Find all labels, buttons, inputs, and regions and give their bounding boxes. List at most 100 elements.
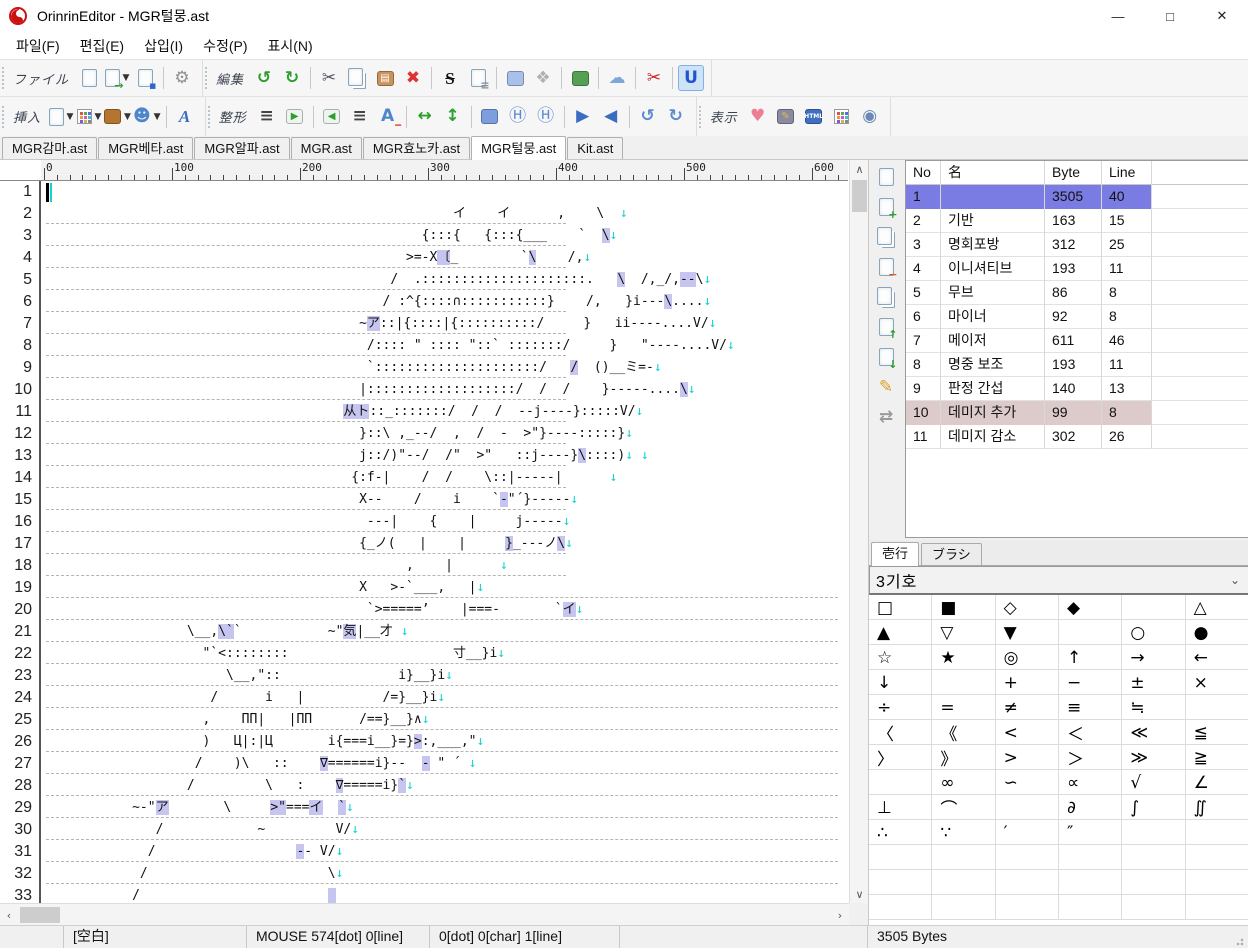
insert-blank-icon[interactable]: ▼: [48, 104, 74, 130]
symbol-cell[interactable]: △: [1186, 595, 1248, 620]
doc-tab-2[interactable]: MGR알파.ast: [194, 137, 290, 159]
symbol-cell[interactable]: [1059, 895, 1123, 920]
doc-tab-3[interactable]: MGR.ast: [290, 137, 362, 159]
symbol-cell[interactable]: [869, 770, 933, 795]
symbol-cell[interactable]: ○: [1122, 620, 1186, 645]
toolbar-grip[interactable]: [205, 67, 209, 89]
symbol-cell[interactable]: ∠: [1186, 770, 1248, 795]
symbol-cell[interactable]: [869, 845, 933, 870]
doc-tab-1[interactable]: MGR베타.ast: [98, 137, 194, 159]
symbol-cell[interactable]: ∬: [1186, 795, 1248, 820]
symbol-cell[interactable]: □: [869, 595, 933, 620]
horizontal-scrollbar[interactable]: ‹ ›: [0, 903, 849, 925]
insert-box-icon[interactable]: ▼: [104, 104, 131, 130]
symbol-cell[interactable]: [1186, 895, 1248, 920]
toolbar-grip[interactable]: [207, 105, 212, 128]
align-lines-icon[interactable]: ≡: [254, 104, 280, 130]
table-row[interactable]: 5 무브 86 8: [906, 281, 1248, 305]
symbol-cell[interactable]: ∽: [996, 770, 1059, 795]
insert-person-icon[interactable]: ☻ ▼: [133, 104, 161, 130]
symbol-cell[interactable]: [1122, 595, 1186, 620]
rotate-left-icon[interactable]: ↺: [635, 104, 661, 130]
menu-modify[interactable]: 수정(P): [193, 33, 257, 59]
heart-favorite-icon[interactable]: ♥: [745, 104, 771, 130]
pages-duplicate-icon[interactable]: [873, 284, 899, 310]
symbol-cell[interactable]: [996, 895, 1059, 920]
doc-tab-5[interactable]: MGR털뭉.ast: [471, 136, 567, 160]
symbol-cell[interactable]: [1122, 870, 1186, 895]
step-back-icon[interactable]: ◀: [598, 104, 624, 130]
scroll-up-arrow[interactable]: ∧: [850, 160, 869, 178]
symbol-cell[interactable]: [932, 870, 996, 895]
remove-space-icon[interactable]: A −: [375, 104, 402, 132]
expand-width-icon[interactable]: ↔: [412, 104, 438, 130]
toolbar-grip[interactable]: [2, 67, 6, 89]
symbol-cell[interactable]: ≒: [1122, 695, 1186, 720]
edit-pencil-icon[interactable]: ✎: [873, 374, 899, 400]
symbol-cell[interactable]: [932, 895, 996, 920]
toolbar-grip[interactable]: [2, 105, 6, 128]
symbol-cell[interactable]: >: [996, 745, 1059, 770]
symbol-cell[interactable]: [996, 845, 1059, 870]
cut-icon[interactable]: ✂: [316, 65, 342, 91]
symbol-cell[interactable]: [932, 845, 996, 870]
symbol-cell[interactable]: ≦: [1186, 720, 1248, 745]
palette-tab-壱行[interactable]: 壱行: [871, 542, 920, 566]
symbol-cell[interactable]: ■: [932, 595, 996, 620]
symbol-cell[interactable]: ＜: [1059, 720, 1123, 745]
symbol-cell[interactable]: [1059, 870, 1123, 895]
table-row[interactable]: 6 마이너 92 8: [906, 305, 1248, 329]
symbol-cell[interactable]: [1122, 895, 1186, 920]
symbol-cell[interactable]: [1122, 845, 1186, 870]
doc-tab-6[interactable]: Kit.ast: [567, 137, 624, 159]
column-header[interactable]: No: [906, 161, 941, 185]
column-header[interactable]: 名: [941, 161, 1045, 185]
symbol-cell[interactable]: ☆: [869, 645, 933, 670]
symbol-cell[interactable]: ▽: [932, 620, 996, 645]
symbol-cell[interactable]: +: [996, 670, 1059, 695]
magnet-undo-icon[interactable]: U: [678, 65, 705, 91]
symbol-cell[interactable]: ≠: [996, 695, 1059, 720]
align-left-icon[interactable]: ≡: [347, 104, 373, 130]
dropdown-arrow-icon[interactable]: ▼: [154, 112, 161, 122]
merge-lines-icon[interactable]: [477, 104, 503, 130]
insert-color-palette-icon[interactable]: ▼: [76, 104, 102, 130]
trim-icon[interactable]: ✂: [641, 65, 667, 91]
vertical-scrollbar[interactable]: ∧ ∨: [849, 160, 868, 903]
delete-icon[interactable]: ✖: [400, 65, 426, 91]
dropdown-arrow-icon[interactable]: ▼: [67, 112, 74, 122]
jump-end-icon[interactable]: Ⓗ: [505, 104, 531, 130]
paste-icon[interactable]: ▤: [372, 65, 398, 91]
strikethrough-icon[interactable]: S: [437, 65, 463, 91]
close-button[interactable]: ✕: [1196, 0, 1248, 32]
font-icon[interactable]: A: [172, 104, 198, 130]
table-row[interactable]: 8 명중 보조 193 11: [906, 353, 1248, 377]
scroll-right-arrow[interactable]: ›: [831, 904, 849, 926]
page-move-up-icon[interactable]: ↑: [873, 314, 899, 340]
symbol-cell[interactable]: ∫: [1122, 795, 1186, 820]
symbol-cell[interactable]: [1186, 820, 1248, 845]
table-row[interactable]: 10 데미지 추가 99 8: [906, 401, 1248, 425]
symbol-cell[interactable]: [932, 670, 996, 695]
symbol-category-dropdown[interactable]: 3기호 ⌄: [869, 566, 1248, 595]
step-forward-icon[interactable]: ▶: [570, 104, 596, 130]
symbol-cell[interactable]: ∞: [932, 770, 996, 795]
table-row[interactable]: 2 기반 163 15: [906, 209, 1248, 233]
resize-grip[interactable]: [1236, 936, 1246, 946]
shift-right-icon[interactable]: ▶: [282, 104, 308, 130]
table-row[interactable]: 9 판정 간섭 140 13: [906, 377, 1248, 401]
symbol-cell[interactable]: ∝: [1059, 770, 1123, 795]
symbol-cell[interactable]: [996, 870, 1059, 895]
dropdown-arrow-icon[interactable]: ▼: [124, 112, 131, 122]
select-region-icon[interactable]: [502, 65, 528, 91]
symbol-cell[interactable]: [1059, 845, 1123, 870]
menu-insert[interactable]: 삽입(I): [134, 33, 193, 59]
settings-gear-icon[interactable]: ⚙: [169, 65, 195, 91]
symbol-cell[interactable]: ⊥: [869, 795, 933, 820]
new-file-icon[interactable]: [76, 65, 102, 91]
movie-edit-icon[interactable]: ✎: [773, 104, 799, 130]
undo-icon[interactable]: ↺: [251, 65, 277, 91]
open-file-icon[interactable]: → ▼: [104, 65, 130, 91]
page-copy-icon[interactable]: [873, 224, 899, 250]
scroll-down-arrow[interactable]: ∨: [850, 885, 869, 903]
